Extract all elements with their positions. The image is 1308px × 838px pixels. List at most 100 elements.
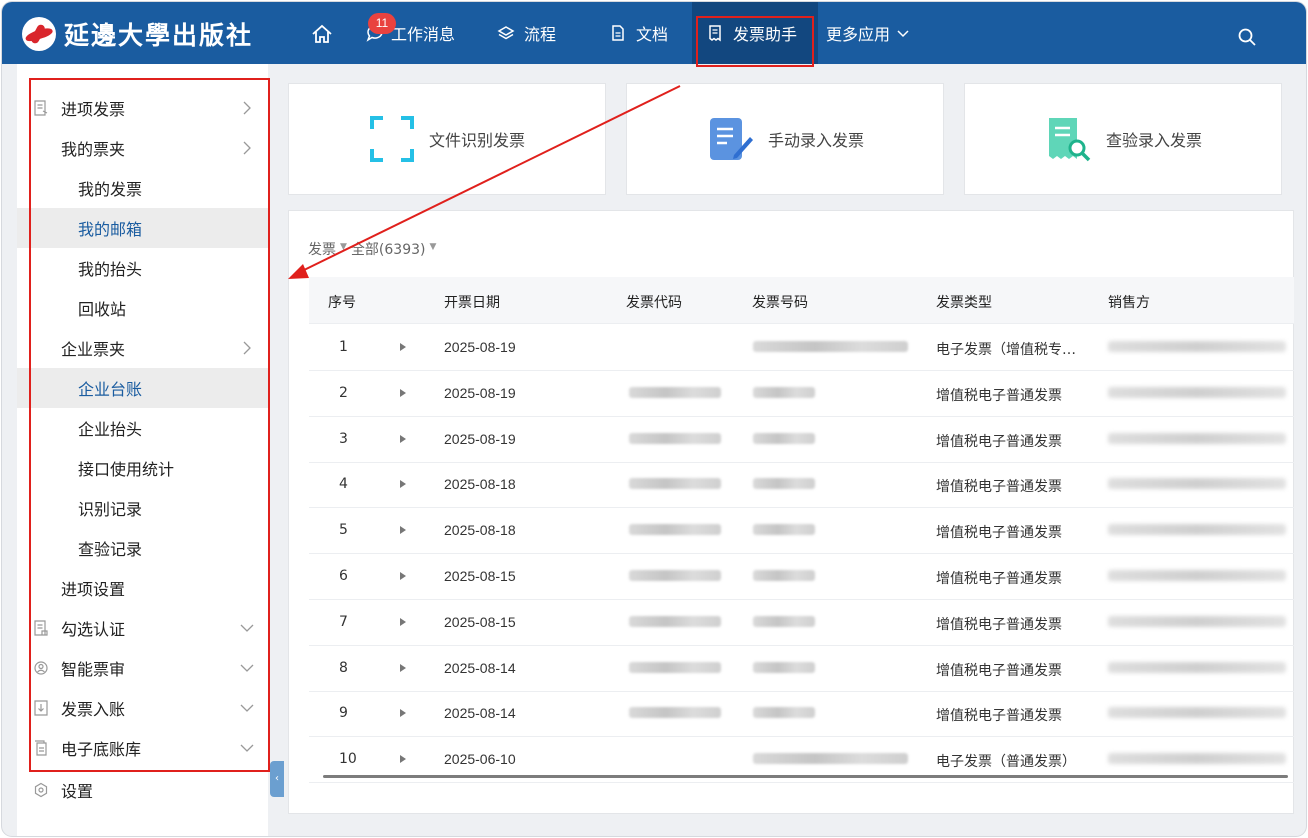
filter-bar: 发票 ▼ 全部(6393) ▼ xyxy=(308,239,440,259)
card-label: 查验录入发票 xyxy=(1105,131,1202,150)
cell-code-redacted xyxy=(629,615,721,627)
cell-type: 增值税电子普通发票 xyxy=(936,433,1062,450)
horizontal-scrollbar[interactable] xyxy=(323,775,1288,778)
cell-date: 2025-06-10 xyxy=(444,751,516,768)
cell-type: 电子发票（增值税专… xyxy=(936,342,1076,358)
cell-no: 4 xyxy=(339,476,348,493)
cell-date: 2025-08-14 xyxy=(444,705,516,722)
cell-no: 7 xyxy=(339,613,348,630)
table-row[interactable]: 7 2025-08-15 增值税电子普通发票 xyxy=(309,599,1294,646)
search-icon[interactable] xyxy=(1237,27,1257,47)
table-row[interactable]: 3 2025-08-19 增值税电子普通发票 xyxy=(309,416,1294,463)
filter-type-dropdown[interactable]: 发票 xyxy=(308,239,336,259)
expand-row-icon[interactable] xyxy=(400,480,406,489)
column-header-no[interactable]: 序号 xyxy=(328,292,356,312)
expand-row-icon[interactable] xyxy=(400,709,406,718)
cell-number-redacted xyxy=(753,661,815,673)
card-file-recognition[interactable]: 文件识别发票 xyxy=(288,83,606,195)
cell-no: 6 xyxy=(339,568,348,584)
table-row[interactable]: 1 2025-08-19 电子发票（增值税专… xyxy=(309,324,1294,371)
logo-mark-icon xyxy=(22,17,56,51)
nav-documents[interactable]: 文档 xyxy=(609,2,668,64)
highlight-box-sidebar xyxy=(29,78,270,772)
cell-type: 增值税电子普通发票 xyxy=(936,571,1062,587)
cell-date: 2025-08-19 xyxy=(444,430,516,447)
expand-row-icon[interactable] xyxy=(400,663,406,672)
table-row[interactable]: 2 2025-08-19 增值税电子普通发票 xyxy=(309,370,1294,417)
table-row[interactable]: 4 2025-08-18 增值税电子普通发票 xyxy=(309,461,1294,509)
cell-seller-redacted xyxy=(1108,341,1286,352)
nav-workflow[interactable]: 流程 xyxy=(497,2,556,64)
table-row[interactable]: 6 2025-08-15 增值税电子普通发票 xyxy=(309,553,1294,600)
table-row[interactable]: 8 2025-08-14 增值税电子普通发票 xyxy=(309,645,1294,692)
receipt-search-icon xyxy=(1048,118,1091,162)
document-edit-icon xyxy=(709,118,753,160)
cell-no: 10 xyxy=(339,751,357,768)
table-header: 序号 开票日期 发票代码 发票号码 发票类型 销售方 xyxy=(309,277,1294,324)
cell-date: 2025-08-18 xyxy=(444,522,516,539)
home-icon[interactable] xyxy=(310,23,334,45)
cell-number-redacted xyxy=(753,341,908,352)
column-header-type[interactable]: 发票类型 xyxy=(936,292,992,312)
cell-no: 5 xyxy=(339,522,348,539)
nav-more-apps-label: 更多应用 xyxy=(826,25,891,44)
table-row[interactable]: 9 2025-08-14 增值税电子普通发票 xyxy=(309,690,1294,738)
column-header-code[interactable]: 发票代码 xyxy=(626,292,682,312)
sidebar-collapse-button[interactable]: ‹ xyxy=(270,761,284,797)
cell-date: 2025-08-15 xyxy=(444,613,516,630)
card-manual-entry[interactable]: 手动录入发票 xyxy=(626,83,944,195)
sidebar-item-settings[interactable]: 设置 xyxy=(17,770,268,810)
cell-number-redacted xyxy=(753,478,815,490)
cell-code-redacted xyxy=(629,386,721,398)
brand-logo[interactable]: 延邊大學出版社 xyxy=(22,16,253,52)
caret-down-icon: ▼ xyxy=(429,242,437,252)
expand-row-icon[interactable] xyxy=(400,388,406,397)
card-label: 手动录入发票 xyxy=(767,131,864,150)
cell-type: 增值税电子普通发票 xyxy=(936,525,1062,542)
cell-code-redacted xyxy=(629,478,721,490)
app-window: 延邊大學出版社 工作消息 流程 文档 发票助手 更多应用 11 进项发票 我的票… xyxy=(2,2,1306,836)
cell-date: 2025-08-18 xyxy=(444,476,516,493)
card-label: 文件识别发票 xyxy=(428,131,525,150)
nav-workflow-label: 流程 xyxy=(524,25,557,44)
highlight-box-nav xyxy=(696,16,814,67)
column-header-date[interactable]: 开票日期 xyxy=(444,292,500,312)
cell-seller-redacted xyxy=(1108,707,1286,719)
cell-code-redacted xyxy=(629,524,721,536)
sidebar-item-label: 设置 xyxy=(61,782,94,801)
cell-seller-redacted xyxy=(1108,386,1286,398)
column-header-seller[interactable]: 销售方 xyxy=(1108,292,1150,312)
cell-number-redacted xyxy=(753,432,815,444)
cell-no: 8 xyxy=(339,659,348,676)
cell-date: 2025-08-14 xyxy=(444,659,516,676)
expand-row-icon[interactable] xyxy=(400,526,406,535)
cell-date: 2025-08-19 xyxy=(444,384,516,401)
expand-row-icon[interactable] xyxy=(400,617,406,626)
cell-date: 2025-08-15 xyxy=(444,568,516,584)
nav-messages-label: 工作消息 xyxy=(391,25,456,44)
expand-row-icon[interactable] xyxy=(400,572,406,580)
document-icon xyxy=(612,25,624,41)
nav-documents-label: 文档 xyxy=(636,25,669,44)
expand-row-icon[interactable] xyxy=(400,343,406,351)
filter-scope-dropdown[interactable]: 全部(6393) xyxy=(351,239,426,259)
expand-row-icon[interactable] xyxy=(400,434,406,443)
nav-more-apps[interactable]: 更多应用 xyxy=(826,2,910,64)
cell-code-redacted xyxy=(629,707,721,719)
expand-row-icon[interactable] xyxy=(400,755,406,764)
card-verify-entry[interactable]: 查验录入发票 xyxy=(964,83,1282,195)
cell-seller-redacted xyxy=(1108,570,1286,581)
cell-type: 电子发票（普通发票） xyxy=(936,754,1076,771)
column-header-number[interactable]: 发票号码 xyxy=(752,292,808,312)
message-count-badge: 11 xyxy=(368,13,396,34)
cell-number-redacted xyxy=(753,615,815,627)
table-row[interactable]: 5 2025-08-18 增值税电子普通发票 xyxy=(309,507,1294,555)
cell-seller-redacted xyxy=(1108,753,1286,765)
cell-seller-redacted xyxy=(1108,615,1286,627)
cell-seller-redacted xyxy=(1108,478,1286,490)
cell-code-redacted xyxy=(629,432,721,444)
cell-code-redacted xyxy=(629,570,721,581)
caret-down-icon: ▼ xyxy=(340,242,347,252)
cell-no: 2 xyxy=(339,384,348,401)
cell-no: 3 xyxy=(339,430,348,447)
